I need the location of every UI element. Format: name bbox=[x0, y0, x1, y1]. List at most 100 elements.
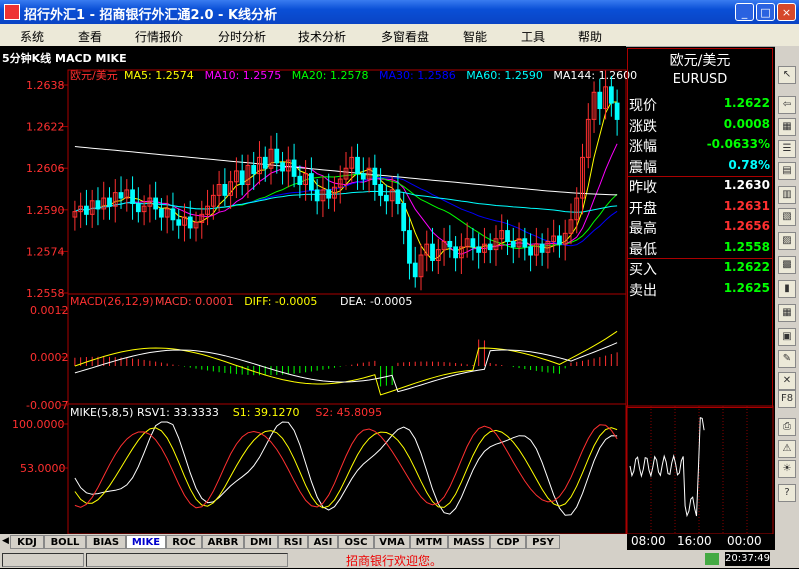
quote-row: 买入 1.2622 bbox=[627, 258, 773, 278]
tool-indicator-icon[interactable]: ▦ bbox=[778, 304, 796, 322]
menu-technical[interactable]: 技术分析 bbox=[298, 28, 346, 45]
candle-body bbox=[447, 240, 453, 248]
mike-label: MIKE(5,8,5) bbox=[70, 406, 133, 419]
candle-body bbox=[176, 219, 182, 226]
menu-system[interactable]: 系统 bbox=[20, 28, 44, 45]
candle-body bbox=[84, 205, 89, 215]
candle-body bbox=[314, 189, 320, 202]
macd-legend: MACD: 0.0001 DIFF: -0.0005 DEA: -0.0005 bbox=[155, 295, 412, 308]
mike-value-0: RSV1: 33.3333 bbox=[137, 406, 219, 419]
mike-legend: RSV1: 33.3333 S1: 39.1270 S2: 45.8095 bbox=[137, 406, 382, 419]
time-axis-start: 08:00 bbox=[631, 534, 666, 548]
tab-mike[interactable]: MIKE bbox=[126, 535, 166, 549]
tab-asi[interactable]: ASI bbox=[308, 535, 338, 549]
price-tick-label: 1.2574 bbox=[26, 245, 65, 258]
symbol-label: 欧元/美元 bbox=[70, 69, 118, 82]
tab-psy[interactable]: PSY bbox=[526, 535, 560, 549]
candle-body bbox=[274, 148, 280, 164]
tool-back-icon[interactable]: ⇦ bbox=[778, 96, 796, 114]
menu-bar: 系统 查看 行情报价 分时分析 技术分析 多窗看盘 智能 工具 帮助 bbox=[0, 24, 799, 47]
tool-alert-icon[interactable]: ⚠ bbox=[778, 440, 796, 458]
mike-tick-label: 53.0000 bbox=[20, 462, 66, 475]
quote-row: 开盘 1.2631 bbox=[627, 197, 773, 217]
window-title: 招行外汇1 - 招商银行外汇通2.0 - K线分析 bbox=[24, 8, 278, 23]
tool-arrow-icon[interactable]: ↖ bbox=[778, 66, 796, 84]
tab-roc[interactable]: ROC bbox=[166, 535, 202, 549]
ma-label-1: MA10: 1.2575 bbox=[205, 69, 282, 82]
tab-osc[interactable]: OSC bbox=[338, 535, 374, 549]
menu-view[interactable]: 查看 bbox=[78, 28, 102, 45]
candle-body bbox=[153, 197, 159, 210]
tool-kline-icon[interactable]: ▮ bbox=[778, 280, 796, 298]
candle-body bbox=[378, 184, 383, 196]
tool-cross-icon[interactable]: ✕ bbox=[778, 372, 796, 390]
tab-rsi[interactable]: RSI bbox=[278, 535, 308, 549]
maximize-button[interactable]: □ bbox=[756, 3, 775, 21]
tab-arbr[interactable]: ARBR bbox=[202, 535, 244, 549]
tab-dmi[interactable]: DMI bbox=[244, 535, 278, 549]
candle-body bbox=[597, 91, 603, 110]
tool-bar-icon[interactable]: ▨ bbox=[778, 232, 796, 250]
close-button[interactable]: × bbox=[777, 3, 796, 21]
candle-body bbox=[95, 200, 101, 210]
tool-news-icon[interactable]: ▧ bbox=[778, 208, 796, 226]
tab-mass[interactable]: MASS bbox=[448, 535, 490, 549]
quote-row-value: 1.2622 bbox=[723, 96, 770, 110]
candle-body bbox=[430, 243, 435, 261]
quote-row: 现价 1.2622 bbox=[627, 94, 773, 114]
status-pane-1 bbox=[2, 553, 84, 567]
menu-help[interactable]: 帮助 bbox=[578, 28, 602, 45]
candle-body bbox=[412, 262, 418, 278]
tab-cdp[interactable]: CDP bbox=[490, 535, 526, 549]
candle-body bbox=[487, 243, 493, 251]
menu-quotes[interactable]: 行情报价 bbox=[135, 28, 183, 45]
quote-row: 最高 1.2656 bbox=[627, 217, 773, 237]
title-bar: 招行外汇1 - 招商银行外汇通2.0 - K线分析 _ □ × bbox=[0, 0, 799, 24]
tool-trend-icon[interactable]: ▩ bbox=[778, 256, 796, 274]
price-tick-label: 1.2606 bbox=[26, 162, 65, 175]
tab-bias[interactable]: BIAS bbox=[86, 535, 126, 549]
menu-tools[interactable]: 工具 bbox=[521, 28, 545, 45]
candle-body bbox=[291, 159, 297, 177]
candle-body bbox=[476, 246, 482, 253]
right-toolbar: ↖ ⇦ ▦ ☰ ▤ ▥ ▧ ▨ ▩ ▮ ▦ ▣ ✎ ✕ F8 ⎙ ⚠ ☀ ? bbox=[775, 46, 799, 568]
quote-name-cn: 欧元/美元 bbox=[669, 53, 731, 69]
tab-kdj[interactable]: KDJ bbox=[10, 535, 44, 549]
candle-body bbox=[262, 156, 268, 169]
quote-name-en: EURUSD bbox=[672, 72, 728, 87]
tab-boll[interactable]: BOLL bbox=[44, 535, 86, 549]
tool-grid-icon[interactable]: ▦ bbox=[778, 118, 796, 136]
tool-list-icon[interactable]: ☰ bbox=[778, 140, 796, 158]
quote-row-value: 1.2656 bbox=[723, 219, 770, 233]
minimize-button[interactable]: _ bbox=[735, 3, 754, 21]
connection-icon bbox=[705, 553, 719, 565]
tab-mtm[interactable]: MTM bbox=[410, 535, 448, 549]
menu-multiwindow[interactable]: 多窗看盘 bbox=[381, 28, 429, 45]
candle-body bbox=[395, 189, 401, 204]
tool-bulb-icon[interactable]: ☀ bbox=[778, 460, 796, 478]
tool-window-icon[interactable]: ▣ bbox=[778, 328, 796, 346]
status-message: 招商银行欢迎您。 bbox=[346, 554, 443, 568]
candle-body bbox=[309, 173, 314, 191]
ma-label-3: MA30: 1.2586 bbox=[379, 69, 456, 82]
menu-smart[interactable]: 智能 bbox=[463, 28, 487, 45]
quote-row-value: 1.2631 bbox=[723, 198, 770, 213]
tool-f8-icon[interactable]: F8 bbox=[778, 390, 796, 408]
candle-body bbox=[470, 238, 476, 248]
chart-background bbox=[0, 46, 626, 534]
candle-body bbox=[326, 189, 332, 199]
quote-row-label: 震幅 bbox=[629, 159, 657, 176]
tab-vma[interactable]: VMA bbox=[374, 535, 410, 549]
quote-row-label: 现价 bbox=[629, 98, 657, 114]
tool-chart-icon[interactable]: ▥ bbox=[778, 186, 796, 204]
tool-draw-icon[interactable]: ✎ bbox=[778, 350, 796, 368]
candle-body bbox=[159, 208, 164, 218]
menu-timeshare[interactable]: 分时分析 bbox=[218, 28, 266, 45]
tool-print-icon[interactable]: ⎙ bbox=[778, 418, 796, 436]
ma-label-4: MA60: 1.2590 bbox=[466, 69, 543, 82]
tool-help-icon[interactable]: ? bbox=[778, 484, 796, 502]
quote-row: 震幅 0.78% bbox=[627, 156, 773, 176]
candle-body bbox=[505, 230, 510, 242]
tab-scroll-left-icon[interactable]: ◀ bbox=[2, 536, 9, 546]
tool-table-icon[interactable]: ▤ bbox=[778, 162, 796, 180]
